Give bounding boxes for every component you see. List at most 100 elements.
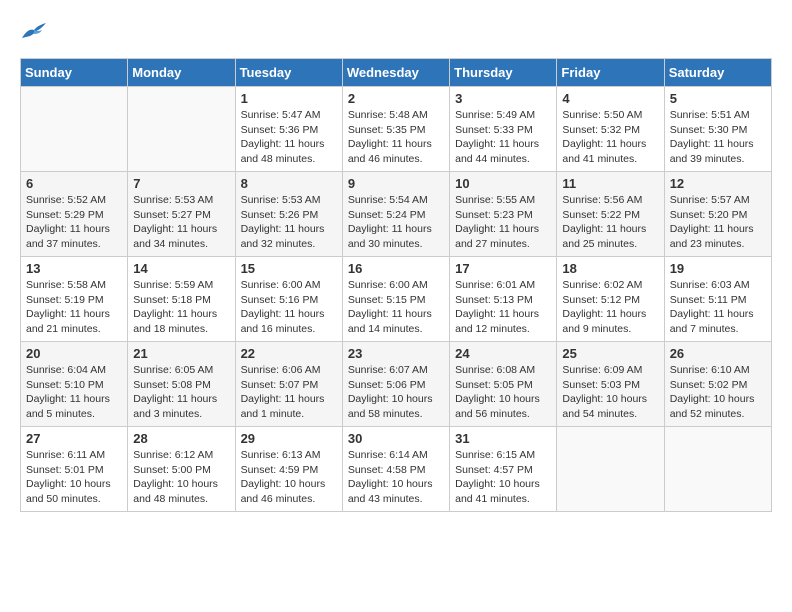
calendar-header-row: SundayMondayTuesdayWednesdayThursdayFrid… [21,59,772,87]
calendar-cell: 20 Sunrise: 6:04 AMSunset: 5:10 PMDayligh… [21,342,128,427]
column-header-sunday: Sunday [21,59,128,87]
day-detail: Sunrise: 6:06 AMSunset: 5:07 PMDaylight:… [241,363,337,422]
day-detail: Sunrise: 6:15 AMSunset: 4:57 PMDaylight:… [455,448,551,507]
day-detail: Sunrise: 5:57 AMSunset: 5:20 PMDaylight:… [670,193,766,252]
day-detail: Sunrise: 5:53 AMSunset: 5:27 PMDaylight:… [133,193,229,252]
day-detail: Sunrise: 6:00 AMSunset: 5:16 PMDaylight:… [241,278,337,337]
column-header-saturday: Saturday [664,59,771,87]
day-number: 30 [348,431,444,446]
day-detail: Sunrise: 5:49 AMSunset: 5:33 PMDaylight:… [455,108,551,167]
day-detail: Sunrise: 6:10 AMSunset: 5:02 PMDaylight:… [670,363,766,422]
column-header-thursday: Thursday [450,59,557,87]
calendar-cell: 3 Sunrise: 5:49 AMSunset: 5:33 PMDaylight… [450,87,557,172]
day-number: 7 [133,176,229,191]
day-number: 4 [562,91,658,106]
day-detail: Sunrise: 5:52 AMSunset: 5:29 PMDaylight:… [26,193,122,252]
calendar-cell: 13Sunrise: 5:58 AMSunset: 5:19 PMDayligh… [21,257,128,342]
calendar-cell: 23 Sunrise: 6:07 AMSunset: 5:06 PMDayligh… [342,342,449,427]
calendar-cell: 12 Sunrise: 5:57 AMSunset: 5:20 PMDayligh… [664,172,771,257]
day-detail: Sunrise: 6:12 AMSunset: 5:00 PMDaylight:… [133,448,229,507]
day-detail: Sunrise: 6:14 AMSunset: 4:58 PMDaylight:… [348,448,444,507]
day-number: 20 [26,346,122,361]
day-number: 9 [348,176,444,191]
day-number: 16 [348,261,444,276]
day-detail: Sunrise: 5:48 AMSunset: 5:35 PMDaylight:… [348,108,444,167]
day-number: 12 [670,176,766,191]
calendar-week-row: 20 Sunrise: 6:04 AMSunset: 5:10 PMDayligh… [21,342,772,427]
day-detail: Sunrise: 6:03 AMSunset: 5:11 PMDaylight:… [670,278,766,337]
calendar-cell: 24 Sunrise: 6:08 AMSunset: 5:05 PMDayligh… [450,342,557,427]
day-number: 24 [455,346,551,361]
calendar-cell: 18 Sunrise: 6:02 AMSunset: 5:12 PMDayligh… [557,257,664,342]
calendar-cell: 14 Sunrise: 5:59 AMSunset: 5:18 PMDayligh… [128,257,235,342]
day-detail: Sunrise: 6:08 AMSunset: 5:05 PMDaylight:… [455,363,551,422]
day-number: 1 [241,91,337,106]
day-detail: Sunrise: 5:55 AMSunset: 5:23 PMDaylight:… [455,193,551,252]
calendar-week-row: 1 Sunrise: 5:47 AMSunset: 5:36 PMDaylight… [21,87,772,172]
calendar-cell [664,427,771,512]
day-detail: Sunrise: 6:01 AMSunset: 5:13 PMDaylight:… [455,278,551,337]
calendar-cell: 31 Sunrise: 6:15 AMSunset: 4:57 PMDayligh… [450,427,557,512]
calendar-cell: 15 Sunrise: 6:00 AMSunset: 5:16 PMDayligh… [235,257,342,342]
calendar-cell: 19Sunrise: 6:03 AMSunset: 5:11 PMDayligh… [664,257,771,342]
day-detail: Sunrise: 6:11 AMSunset: 5:01 PMDaylight:… [26,448,122,507]
calendar-cell: 26 Sunrise: 6:10 AMSunset: 5:02 PMDayligh… [664,342,771,427]
day-number: 25 [562,346,658,361]
calendar-week-row: 27 Sunrise: 6:11 AMSunset: 5:01 PMDayligh… [21,427,772,512]
calendar-cell: 17Sunrise: 6:01 AMSunset: 5:13 PMDayligh… [450,257,557,342]
column-header-friday: Friday [557,59,664,87]
day-number: 27 [26,431,122,446]
day-detail: Sunrise: 6:00 AMSunset: 5:15 PMDaylight:… [348,278,444,337]
column-header-wednesday: Wednesday [342,59,449,87]
day-number: 10 [455,176,551,191]
calendar-cell: 1 Sunrise: 5:47 AMSunset: 5:36 PMDaylight… [235,87,342,172]
calendar-cell: 9 Sunrise: 5:54 AMSunset: 5:24 PMDaylight… [342,172,449,257]
column-header-tuesday: Tuesday [235,59,342,87]
day-number: 5 [670,91,766,106]
day-number: 31 [455,431,551,446]
day-number: 18 [562,261,658,276]
calendar-week-row: 13Sunrise: 5:58 AMSunset: 5:19 PMDayligh… [21,257,772,342]
calendar-cell: 16 Sunrise: 6:00 AMSunset: 5:15 PMDayligh… [342,257,449,342]
calendar-cell [128,87,235,172]
day-number: 15 [241,261,337,276]
calendar-cell [21,87,128,172]
calendar-week-row: 6 Sunrise: 5:52 AMSunset: 5:29 PMDaylight… [21,172,772,257]
calendar-cell: 30 Sunrise: 6:14 AMSunset: 4:58 PMDayligh… [342,427,449,512]
day-detail: Sunrise: 5:56 AMSunset: 5:22 PMDaylight:… [562,193,658,252]
calendar-cell: 6 Sunrise: 5:52 AMSunset: 5:29 PMDaylight… [21,172,128,257]
column-header-monday: Monday [128,59,235,87]
day-detail: Sunrise: 5:59 AMSunset: 5:18 PMDaylight:… [133,278,229,337]
day-detail: Sunrise: 6:02 AMSunset: 5:12 PMDaylight:… [562,278,658,337]
day-number: 29 [241,431,337,446]
day-detail: Sunrise: 5:53 AMSunset: 5:26 PMDaylight:… [241,193,337,252]
day-detail: Sunrise: 6:07 AMSunset: 5:06 PMDaylight:… [348,363,444,422]
day-detail: Sunrise: 6:09 AMSunset: 5:03 PMDaylight:… [562,363,658,422]
day-number: 14 [133,261,229,276]
day-number: 26 [670,346,766,361]
calendar-cell: 29 Sunrise: 6:13 AMSunset: 4:59 PMDayligh… [235,427,342,512]
calendar-cell: 8 Sunrise: 5:53 AMSunset: 5:26 PMDaylight… [235,172,342,257]
calendar-cell: 22 Sunrise: 6:06 AMSunset: 5:07 PMDayligh… [235,342,342,427]
calendar-cell: 7 Sunrise: 5:53 AMSunset: 5:27 PMDaylight… [128,172,235,257]
day-detail: Sunrise: 6:04 AMSunset: 5:10 PMDaylight:… [26,363,122,422]
day-number: 3 [455,91,551,106]
day-number: 2 [348,91,444,106]
calendar-cell: 10 Sunrise: 5:55 AMSunset: 5:23 PMDayligh… [450,172,557,257]
day-number: 13 [26,261,122,276]
day-number: 22 [241,346,337,361]
day-detail: Sunrise: 5:54 AMSunset: 5:24 PMDaylight:… [348,193,444,252]
calendar-cell [557,427,664,512]
day-number: 6 [26,176,122,191]
calendar-cell: 27 Sunrise: 6:11 AMSunset: 5:01 PMDayligh… [21,427,128,512]
day-number: 8 [241,176,337,191]
day-detail: Sunrise: 5:47 AMSunset: 5:36 PMDaylight:… [241,108,337,167]
calendar-cell: 21Sunrise: 6:05 AMSunset: 5:08 PMDayligh… [128,342,235,427]
day-number: 21 [133,346,229,361]
calendar-cell: 11Sunrise: 5:56 AMSunset: 5:22 PMDayligh… [557,172,664,257]
day-detail: Sunrise: 6:13 AMSunset: 4:59 PMDaylight:… [241,448,337,507]
day-number: 23 [348,346,444,361]
day-detail: Sunrise: 5:50 AMSunset: 5:32 PMDaylight:… [562,108,658,167]
calendar-cell: 2 Sunrise: 5:48 AMSunset: 5:35 PMDaylight… [342,87,449,172]
day-detail: Sunrise: 5:51 AMSunset: 5:30 PMDaylight:… [670,108,766,167]
